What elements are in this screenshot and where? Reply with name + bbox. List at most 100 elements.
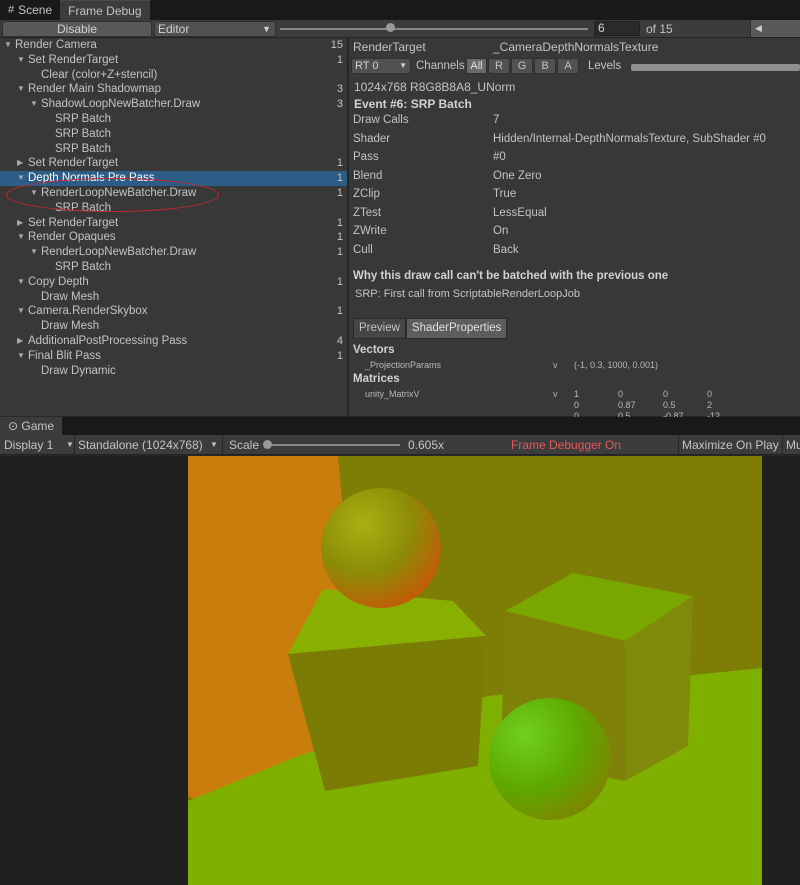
mute-audio-toggle[interactable]: Mu [786, 435, 800, 455]
property-name: ZTest [353, 207, 382, 219]
matrix-cell: 0.87 [618, 400, 636, 410]
tree-row-label: SRP Batch [55, 142, 112, 155]
scale-slider-handle[interactable] [263, 440, 272, 449]
tab-frame-debug[interactable]: Frame Debug [60, 0, 150, 20]
tree-row[interactable]: ▶ Set RenderTarget 1 [0, 216, 347, 231]
vector-value: (-1, 0.3, 1000, 0.001) [574, 360, 659, 370]
channel-b-button[interactable]: B [534, 58, 556, 74]
target-dropdown[interactable]: Editor ▼ [154, 20, 276, 37]
expanded-triangle-icon[interactable]: ▼ [17, 304, 25, 319]
expanded-triangle-icon[interactable]: ▼ [17, 230, 25, 245]
property-name: Pass [353, 151, 379, 163]
tree-row-label: Render Main Shadowmap [28, 83, 161, 96]
tree-row-label: SRP Batch [55, 112, 112, 125]
tab-scene[interactable]: # Scene [0, 0, 60, 20]
tree-row-label: Render Opaques [28, 231, 116, 244]
matrix-cell: 2 [707, 400, 713, 410]
vectors-section-title: Vectors [353, 344, 395, 356]
resolution-dropdown-label: Standalone (1024x768) [78, 438, 203, 452]
tab-game-label: Game [21, 419, 55, 433]
tree-row[interactable]: ▼ Set RenderTarget 1 [0, 53, 347, 68]
tree-row[interactable]: SRP Batch [0, 127, 347, 142]
batch-reason-text: SRP: First call from ScriptableRenderLoo… [355, 288, 580, 300]
expanded-triangle-icon[interactable]: ▼ [17, 349, 25, 364]
channel-r-button[interactable]: R [488, 58, 510, 74]
tree-row-label: Render Camera [15, 39, 97, 51]
tree-row[interactable]: SRP Batch [0, 142, 347, 157]
tree-row-label: Set RenderTarget [28, 53, 119, 66]
tab-preview[interactable]: Preview [353, 318, 406, 339]
maximize-on-play-toggle[interactable]: Maximize On Play [682, 435, 779, 455]
collapsed-triangle-icon[interactable]: ▶ [17, 334, 23, 349]
arrow-left-icon: ◀ [755, 23, 762, 33]
tree-row[interactable]: ▶ AdditionalPostProcessing Pass 4 [0, 334, 347, 349]
separator [678, 435, 679, 455]
tree-row[interactable]: ▶ Set RenderTarget 1 [0, 156, 347, 171]
matrix-cell: 0 [574, 400, 580, 410]
expanded-triangle-icon[interactable]: ▼ [17, 82, 25, 97]
tree-row-count: 3 [336, 83, 343, 96]
tree-row-count: 3 [336, 98, 343, 111]
resolution-dropdown[interactable]: Standalone (1024x768) ▼ [78, 435, 220, 455]
tree-row[interactable]: ▼ Render Camera 15 [0, 38, 347, 53]
disable-button[interactable]: Disable [2, 20, 152, 37]
frame-number-field[interactable]: 6 [594, 21, 640, 36]
tab-scene-label: Scene [18, 3, 53, 17]
tree-row-label: AdditionalPostProcessing Pass [28, 334, 188, 347]
grid-icon: # [8, 4, 15, 16]
tree-row[interactable]: Clear (color+Z+stencil) [0, 68, 347, 83]
tree-row[interactable]: Draw Mesh [0, 290, 347, 305]
tree-row-count: 1 [336, 186, 343, 199]
event-tree: ▼ Render Camera 15 ▼ Set RenderTarget 1 Clear … [0, 38, 348, 416]
channel-all-button[interactable]: All [466, 58, 487, 74]
expanded-triangle-icon[interactable]: ▼ [30, 245, 38, 260]
tree-row[interactable]: SRP Batch [0, 260, 347, 275]
tree-row[interactable]: ▼ Final Blit Pass 1 [0, 349, 347, 364]
tree-row[interactable]: ▼ Render Opaques 1 [0, 230, 347, 245]
separator [74, 435, 75, 455]
channel-a-button[interactable]: A [557, 58, 579, 74]
collapsed-triangle-icon[interactable]: ▶ [17, 216, 23, 231]
property-value: True [493, 188, 517, 200]
rendered-scene [188, 456, 762, 885]
tree-row-label: Camera.RenderSkybox [28, 305, 148, 318]
rt-dropdown[interactable]: RT 0 ▼ [351, 58, 411, 74]
scale-slider-track[interactable] [268, 444, 400, 446]
frame-slider-track[interactable] [280, 28, 588, 30]
tree-row[interactable]: ▼ Camera.RenderSkybox 1 [0, 304, 347, 319]
tab-shader-properties[interactable]: ShaderProperties [405, 318, 508, 339]
tree-row[interactable]: SRP Batch [0, 112, 347, 127]
tree-row[interactable]: ▼ RenderLoopNewBatcher.Draw 1 [0, 245, 347, 260]
tree-row-count: 1 [336, 172, 343, 185]
tree-row[interactable]: ▼ Copy Depth 1 [0, 275, 347, 290]
display-dropdown[interactable]: Display 1 ▼ [4, 435, 74, 455]
expanded-triangle-icon[interactable]: ▼ [17, 53, 25, 68]
tree-row-label: Set RenderTarget [28, 157, 119, 170]
collapsed-triangle-icon[interactable]: ▶ [17, 156, 23, 171]
previous-frame-button[interactable]: ◀ [750, 20, 800, 37]
frame-slider-handle[interactable] [386, 23, 395, 32]
tree-row-count: 1 [336, 305, 343, 318]
expanded-triangle-icon[interactable]: ▼ [30, 97, 38, 112]
vector-stage: v [553, 360, 558, 370]
tree-row-count: 1 [336, 349, 343, 362]
gamepad-icon: ⊙ [8, 419, 19, 433]
render-target-value: _CameraDepthNormalsTexture [493, 40, 659, 54]
property-name: Blend [353, 170, 383, 182]
property-value: #0 [493, 151, 506, 163]
tab-game[interactable]: ⊙ Game [0, 417, 63, 435]
tree-row[interactable]: Draw Dynamic [0, 364, 347, 379]
property-name: Draw Calls [353, 114, 409, 126]
expanded-triangle-icon[interactable]: ▼ [17, 171, 25, 186]
levels-slider[interactable] [631, 64, 800, 71]
expanded-triangle-icon[interactable]: ▼ [4, 38, 12, 53]
tree-row[interactable]: ▼ ShadowLoopNewBatcher.Draw 3 [0, 97, 347, 112]
game-view[interactable] [0, 456, 800, 885]
matrix-cell: 0 [663, 389, 669, 399]
tree-row[interactable]: Draw Mesh [0, 319, 347, 334]
channel-g-button[interactable]: G [511, 58, 533, 74]
tree-row[interactable]: ▼ Render Main Shadowmap 3 [0, 82, 347, 97]
target-dropdown-label: Editor [158, 21, 190, 36]
render-target-options: RT 0 ▼ Channels All R G B A Levels [349, 57, 800, 75]
expanded-triangle-icon[interactable]: ▼ [17, 275, 25, 290]
